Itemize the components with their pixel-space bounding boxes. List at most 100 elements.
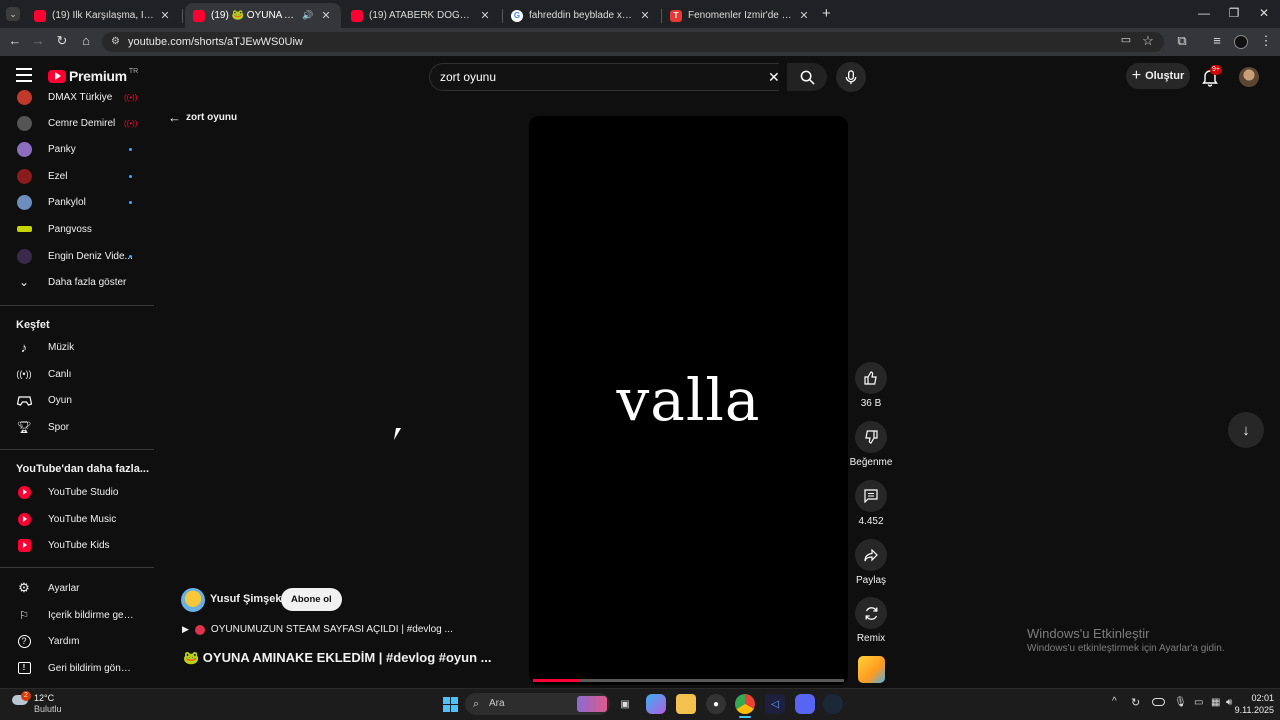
- next-video-button[interactable]: ↓: [1228, 412, 1264, 448]
- home-icon[interactable]: ⌂: [78, 33, 94, 48]
- clear-search-icon[interactable]: ✕: [768, 64, 780, 90]
- sync-icon[interactable]: ↻: [1131, 696, 1140, 709]
- profile-avatar[interactable]: [1234, 35, 1248, 49]
- like-button[interactable]: [855, 362, 887, 394]
- task-view-icon[interactable]: ▣: [615, 694, 635, 714]
- sidebar-subscription[interactable]: Ezel: [0, 163, 154, 189]
- hamburger-menu-icon[interactable]: [16, 68, 32, 82]
- site-info-icon[interactable]: ⚙: [111, 32, 120, 52]
- notifications-button[interactable]: 9+: [1201, 65, 1222, 87]
- weather-desc: Bulutlu: [34, 704, 62, 714]
- file-explorer-icon[interactable]: [676, 694, 696, 714]
- browser-tab-strip: ⌄ (19) İlk Karşılaşma, İlk Kumar! 🎲 ✕ (1…: [0, 0, 1280, 28]
- sidebar-subscription[interactable]: Pankylol: [0, 189, 154, 215]
- sidebar-item-report-history[interactable]: ⚐ İçerik bildirme geç...: [0, 602, 154, 628]
- weather-widget[interactable]: 2 12°C Bulutlu: [12, 691, 82, 716]
- remix-label: Remix: [856, 633, 886, 644]
- browser-tab[interactable]: T Fenomenler İzmir'de boyoz key ✕: [662, 3, 819, 28]
- sound-thumbnail[interactable]: [858, 656, 885, 683]
- back-to-search-button[interactable]: ← zort oyunu: [168, 110, 237, 125]
- search-input[interactable]: zort oyunu ✕: [429, 63, 780, 91]
- sidebar-item-feedback[interactable]: ! Geri bildirim gönder: [0, 655, 154, 681]
- network-icon[interactable]: ▦: [1211, 697, 1220, 708]
- visual-studio-icon[interactable]: ◁: [765, 694, 785, 714]
- playlist-link[interactable]: ▶ OYUNUMUZUN STEAM SAYFASI AÇILDI | #dev…: [182, 624, 453, 635]
- youtube-play-logo-icon: [48, 69, 66, 83]
- like-count: 36 B: [860, 398, 882, 409]
- account-avatar[interactable]: [1239, 67, 1259, 87]
- bookmark-star-icon[interactable]: ☆: [1140, 33, 1156, 49]
- browser-tab[interactable]: (19) ATABERK DOĞAN - BOYOZ ✕: [343, 3, 500, 28]
- github-desktop-icon[interactable]: ●: [706, 694, 726, 714]
- sidebar-item-youtube-studio[interactable]: YouTube Studio: [0, 479, 154, 505]
- address-bar[interactable]: ⚙ youtube.com/shorts/aTJEwWS0Uiw: [102, 32, 1164, 52]
- mute-tab-icon[interactable]: 🔊: [301, 10, 315, 21]
- comments-button[interactable]: [855, 480, 887, 512]
- sidebar-subscription[interactable]: Cemre Demirel ((•)): [0, 110, 154, 136]
- browser-tab[interactable]: G fahreddin beyblade x - Google' ✕: [503, 3, 660, 28]
- sidebar-subscription[interactable]: Panky: [0, 136, 154, 162]
- clock-date: 9.11.2025: [1234, 705, 1274, 715]
- sidebar-item-settings[interactable]: ⚙ Ayarlar: [0, 575, 154, 601]
- youtube-logo[interactable]: Premium TR: [48, 68, 138, 84]
- close-tab-icon[interactable]: ✕: [319, 9, 333, 22]
- clock[interactable]: 02:01 9.11.2025: [1228, 692, 1274, 716]
- sidebar-item-music[interactable]: ♪ Müzik: [0, 334, 154, 360]
- subscription-label: Engin Deniz Vide...: [48, 250, 133, 262]
- dislike-button[interactable]: [855, 421, 887, 453]
- sidebar-item-youtube-kids[interactable]: YouTube Kids: [0, 532, 154, 558]
- minimize-icon[interactable]: —: [1194, 6, 1214, 20]
- start-windows-icon[interactable]: [440, 694, 460, 714]
- sidebar-item-help[interactable]: ? Yardım: [0, 628, 154, 654]
- sidebar-item-gaming[interactable]: Oyun: [0, 387, 154, 413]
- browser-tab-active[interactable]: (19) 🐸 OYUNA AMINAKE E 🔊 ✕: [185, 3, 341, 28]
- microphone-tray-icon[interactable]: 🎙︎: [1174, 697, 1187, 708]
- chrome-taskbar-icon[interactable]: [735, 694, 755, 714]
- reload-icon[interactable]: ↻: [54, 33, 70, 49]
- sidebar-subscription[interactable]: Engin Deniz Vide...: [0, 243, 154, 269]
- video-title[interactable]: 🐸 OYUNA AMINAKE EKLEDİM | #devlog #oyun …: [183, 650, 492, 666]
- discord-icon[interactable]: [795, 694, 815, 714]
- restore-icon[interactable]: ❐: [1224, 6, 1244, 20]
- browser-tab[interactable]: (19) İlk Karşılaşma, İlk Kumar! 🎲 ✕: [26, 3, 180, 28]
- copilot-icon[interactable]: [646, 694, 666, 714]
- close-tab-icon[interactable]: ✕: [478, 9, 492, 22]
- shorts-video-player[interactable]: valla: [529, 116, 848, 685]
- video-progress-bar[interactable]: [533, 679, 844, 682]
- close-tab-icon[interactable]: ✕: [797, 9, 811, 22]
- subscription-label: Pangvoss: [48, 223, 92, 235]
- steam-icon[interactable]: [823, 694, 843, 714]
- share-button[interactable]: [855, 539, 887, 571]
- close-window-icon[interactable]: ✕: [1254, 6, 1274, 20]
- show-more-button[interactable]: ⌄ Daha fazla göster: [0, 269, 154, 295]
- more-from-youtube-heading: YouTube'dan daha fazla...: [16, 463, 149, 475]
- sidebar-item-sports[interactable]: 🏆︎ Spor: [0, 414, 154, 440]
- back-icon[interactable]: ←: [7, 33, 23, 48]
- subscription-label: Pankylol: [48, 196, 86, 208]
- subscribe-button[interactable]: Abone ol: [281, 588, 342, 611]
- new-tab-button[interactable]: +: [822, 5, 831, 22]
- channel-avatar[interactable]: [181, 588, 205, 612]
- search-button[interactable]: [787, 63, 827, 91]
- close-tab-icon[interactable]: ✕: [638, 9, 652, 22]
- create-button[interactable]: + Oluştur: [1126, 63, 1190, 89]
- channel-name[interactable]: Yusuf Şimşek: [210, 593, 282, 605]
- onedrive-icon[interactable]: [1152, 698, 1165, 706]
- forward-icon[interactable]: →: [30, 33, 46, 48]
- close-tab-icon[interactable]: ✕: [158, 9, 172, 22]
- sidebar-item-live[interactable]: ((•)) Canlı: [0, 361, 154, 387]
- tray-overflow-icon[interactable]: ^: [1112, 696, 1117, 707]
- youtube-studio-icon: [17, 485, 31, 499]
- chrome-menu-icon[interactable]: ⋮: [1258, 33, 1274, 49]
- extensions-icon[interactable]: ⧉: [1174, 33, 1190, 49]
- cast-icon[interactable]: ▭: [1118, 33, 1134, 46]
- taskbar-search-box[interactable]: ⌕ Ara: [465, 693, 610, 715]
- tab-search-button[interactable]: ⌄: [6, 7, 20, 21]
- remix-button[interactable]: [855, 597, 887, 629]
- voice-search-button[interactable]: [836, 62, 866, 92]
- sidebar-item-youtube-music[interactable]: YouTube Music: [0, 506, 154, 532]
- sidebar-subscription[interactable]: DMAX Türkiye ((•)): [0, 88, 154, 110]
- media-control-icon[interactable]: ≡: [1209, 33, 1225, 48]
- sidebar-subscription[interactable]: Pangvoss: [0, 216, 154, 242]
- display-icon[interactable]: ▭: [1194, 697, 1203, 708]
